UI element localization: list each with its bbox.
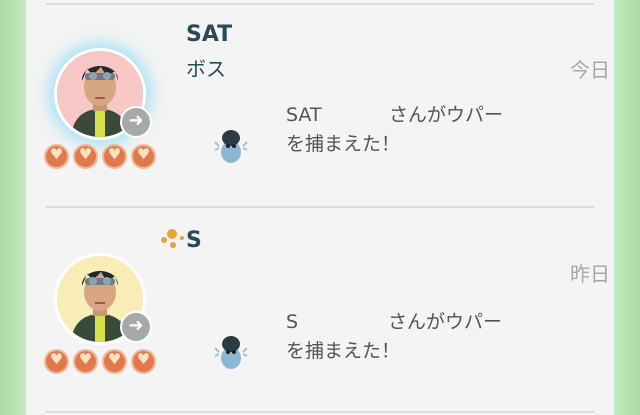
heart-icon	[73, 349, 98, 374]
message-text-line2: を捕まえた！	[286, 133, 401, 155]
heart-icon	[73, 144, 98, 169]
feed-divider	[46, 411, 594, 413]
wooper-icon	[214, 126, 248, 170]
redacted-text: xxxxxx	[321, 101, 390, 130]
friendship-hearts	[44, 144, 156, 169]
message-name: SAT	[286, 104, 322, 126]
send-gift-button[interactable]: ➜	[120, 106, 152, 138]
activity-message: Sxxxxxxxxさんがウパー を捕まえた！	[286, 308, 502, 366]
heart-icon	[131, 349, 156, 374]
heart-icon	[102, 349, 127, 374]
friend-subtitle: ボス	[186, 57, 226, 81]
feed-divider	[46, 206, 594, 208]
friend-name: S	[186, 228, 202, 253]
message-name: S	[286, 311, 299, 333]
sparkle-icon	[158, 228, 188, 258]
arrow-right-icon: ➜	[128, 315, 144, 336]
friend-name: SAT	[186, 22, 233, 47]
activity-message: SATxxxxxxさんがウパー を捕まえた！	[286, 101, 503, 159]
heart-icon	[102, 144, 127, 169]
left-background-strip	[0, 0, 26, 415]
feed-date: 昨日	[570, 262, 610, 286]
redacted-text: xxxxxxxx	[298, 308, 389, 337]
message-text: さんがウパー	[389, 104, 504, 126]
right-background-strip	[614, 0, 640, 415]
wooper-icon	[214, 332, 248, 376]
message-text-line2: を捕まえた！	[286, 340, 401, 362]
arrow-right-icon: ➜	[128, 110, 144, 131]
heart-icon	[44, 144, 69, 169]
send-gift-button[interactable]: ➜	[120, 311, 152, 343]
top-divider	[46, 3, 594, 5]
friendship-hearts	[44, 349, 156, 374]
heart-icon	[131, 144, 156, 169]
heart-icon	[44, 349, 69, 374]
message-text: さんがウパー	[388, 311, 503, 333]
feed-date: 今日	[570, 58, 610, 82]
